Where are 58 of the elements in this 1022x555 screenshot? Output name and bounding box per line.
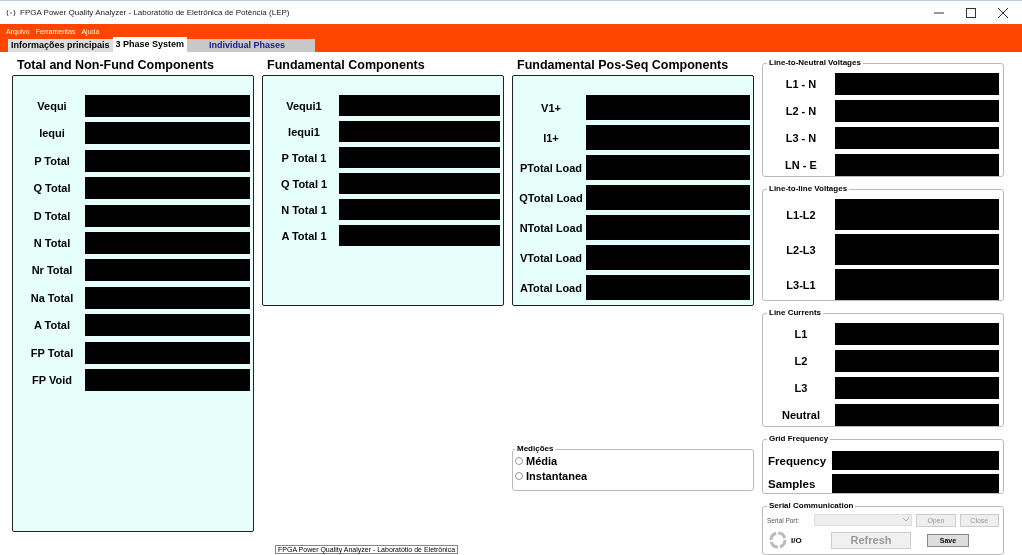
field-label: Samples [767,477,817,490]
field-label: PTotal Load [518,161,584,174]
field-label: L3-L1 [785,278,817,291]
caret-icon [903,518,910,522]
field-label: A Total [32,319,72,332]
field-label: FP Void [31,373,73,386]
field-label: QTotal Load [518,191,584,204]
field-label: P Total 1 [280,151,328,164]
field-label: Neutral [781,409,821,421]
field-label: Vequi [36,100,68,112]
field-label: L3 - N [784,132,818,144]
field-label: L1-L2 [785,208,817,221]
group-title: Line-to-Neutral Voltages [767,58,863,67]
radio-option[interactable]: Instantanea [515,470,753,482]
field-label: Vequi1 [285,99,323,112]
field-label: L1 [793,328,809,340]
field-label: L3 [793,382,809,394]
field-label: Na Total [29,291,75,304]
field-label: Nr Total [30,264,74,277]
field-label: V1+ [540,101,562,114]
panel-title: Fundamental Components [266,58,426,74]
field-label: ATotal Load [519,281,583,294]
field-label: Frequency [767,454,828,467]
window-title: FPGA Power Quality Analyzer - Laboratótio de Eletrônica de Potência (LEP) [20,8,290,17]
field-label: NTotal Load [518,221,584,234]
group-title: Medições [515,444,556,453]
field-label: Iequi1 [287,125,321,138]
tab[interactable]: Individual Phases [187,39,316,52]
tab[interactable]: Informações principais [8,39,113,52]
field-label: D Total [32,209,72,222]
refresh-icon [769,531,787,549]
field-label: Iequi [38,127,66,140]
field-label: L2 [793,355,809,367]
maximize-icon[interactable] [966,7,976,18]
field-label: L1 - N [784,78,818,90]
field-label: P Total [33,154,71,167]
field-label: VTotal Load [518,251,584,264]
field-label: N Total [32,236,72,249]
io-label: I/O [791,535,803,545]
field-label: FP Total [29,346,75,359]
field-label: LN - E [784,159,818,171]
field-label: N Total 1 [280,203,328,216]
close-icon[interactable] [998,7,1008,18]
group-title: Grid Frequency [767,434,831,443]
tab[interactable]: 3 Phase System [112,37,188,52]
panel-title: Fundamental Pos-Seq Components [516,58,730,74]
radio-option[interactable]: Média [515,455,753,467]
field-label: Q Total 1 [279,177,329,190]
field-label: Q Total [32,182,72,195]
group-title: Line Currents [767,308,823,317]
app-icon [6,8,16,17]
panel-title: Total and Non-Fund Components [16,58,215,74]
field-label: L2 - N [784,105,818,117]
field-label: A Total 1 [280,229,328,242]
group-title: Line-to-line Voltages [767,184,850,193]
group-title: Serial Communication [767,501,856,510]
field-label: L2-L3 [785,243,817,256]
field-label: I1+ [542,131,560,144]
